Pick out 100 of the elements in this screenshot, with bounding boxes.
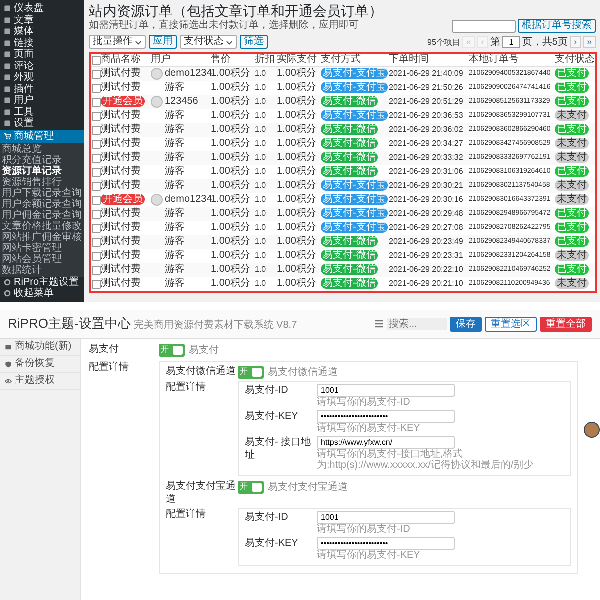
status-tag: 已支付 <box>555 96 589 107</box>
search-field[interactable] <box>452 20 516 32</box>
product-name: 测试付费 <box>101 264 141 275</box>
input-field[interactable]: •••••••••••••••••••••••• <box>317 410 455 423</box>
dropdown[interactable]: 支付状态 <box>180 35 237 49</box>
user-name: demo1234 <box>165 194 212 206</box>
item-count: 95个项目 <box>428 36 460 48</box>
settings-nav-item[interactable]: 主题授权 <box>0 373 80 390</box>
page-input[interactable]: 1 <box>502 36 520 48</box>
sidebar-item[interactable]: 外观 <box>0 72 84 84</box>
square-icon <box>4 51 11 58</box>
status-tag: 未支付 <box>555 152 589 163</box>
search-field[interactable]: 搜索... <box>387 318 447 330</box>
sidebar-item[interactable]: 用户 <box>0 95 84 106</box>
checkbox[interactable] <box>92 238 101 246</box>
status-tag: 已支付 <box>555 166 589 177</box>
checkbox[interactable] <box>92 140 101 148</box>
checkbox[interactable] <box>92 112 101 120</box>
user-name: 游客 <box>165 110 185 122</box>
submenu-item[interactable]: 用户下载记录查询 <box>0 188 84 198</box>
square-icon <box>4 74 11 82</box>
settings-button[interactable]: 保存 <box>450 316 482 332</box>
checkbox[interactable] <box>92 224 101 232</box>
square-icon <box>4 5 11 12</box>
page-description: 如需清理订单，直接筛选出未付款订单，选择删除，应用即可 <box>89 20 360 32</box>
sidebar-item[interactable]: 仪表盘 <box>0 3 84 14</box>
submenu-item[interactable]: 积分充值记录 <box>0 154 84 166</box>
submenu-item[interactable]: 网站会员管理 <box>0 254 84 264</box>
sidebar-item[interactable]: 评论 <box>0 60 84 72</box>
checkbox[interactable] <box>92 126 101 134</box>
submenu-item[interactable]: 文章价格批量修改 <box>0 220 84 232</box>
checkbox[interactable] <box>92 210 101 218</box>
checkbox[interactable] <box>92 196 101 204</box>
checkbox[interactable] <box>92 280 101 288</box>
checkbox[interactable] <box>92 182 101 190</box>
checkbox[interactable] <box>92 168 101 176</box>
product-name: 测试付费 <box>101 166 141 177</box>
submenu-item[interactable]: 网站卡密管理 <box>0 242 84 254</box>
submenu-item[interactable]: 资源订单记录 <box>0 166 84 176</box>
table-cell: 1.0 <box>254 151 276 165</box>
checkbox[interactable] <box>92 56 101 64</box>
sidebar-item[interactable]: 页面 <box>0 49 84 60</box>
submenu-item[interactable]: 用户佣金记录查询 <box>0 210 84 220</box>
table-cell: 2021-06-29 21:40:09 <box>388 66 468 81</box>
table-cell: 1.0 <box>254 179 276 193</box>
sidebar-item[interactable]: RiPro主题设置 <box>0 276 84 288</box>
status-tag: 已支付 <box>555 222 589 233</box>
table-cell: 1.00积分 <box>276 95 320 109</box>
payment-method-tag: 易支付-支付宝 <box>321 68 388 79</box>
filter-button[interactable]: 筛选 <box>240 35 268 49</box>
settings-button[interactable]: 重置选区 <box>485 316 537 332</box>
page-nav-button[interactable]: › <box>570 36 581 48</box>
sidebar-item[interactable]: 媒体 <box>0 26 84 38</box>
table-cell: 1.0 <box>254 165 276 179</box>
checkbox[interactable] <box>92 98 101 106</box>
shield-icon <box>5 360 12 368</box>
checkbox[interactable] <box>92 84 101 92</box>
input-field[interactable]: https://www.yfxw.cn/ <box>317 436 455 449</box>
table-cell: 1.00积分 <box>210 165 254 179</box>
user-name: 游客 <box>165 124 185 136</box>
submenu-item[interactable]: 数据统计 <box>0 264 84 276</box>
page-nav-button[interactable]: » <box>582 36 596 48</box>
checkbox[interactable] <box>92 154 101 162</box>
user-name: 游客 <box>165 166 185 178</box>
table-cell: 2021-06-29 20:21:10 <box>388 277 468 292</box>
dropdown[interactable]: 批量操作 <box>89 35 146 49</box>
sidebar-item[interactable]: 商城管理 <box>0 130 84 142</box>
settings-button[interactable]: 重置全部 <box>540 316 592 332</box>
input-field[interactable]: 1001 <box>317 384 455 397</box>
sidebar-item[interactable]: 链接 <box>0 38 84 49</box>
submenu-item[interactable]: 商城总览 <box>0 144 84 154</box>
apply-button[interactable]: 应用 <box>149 35 177 49</box>
input-field[interactable]: •••••••••••••••••••••••• <box>317 537 455 550</box>
submenu-item[interactable]: 网站推广佣金审核 <box>0 232 84 242</box>
page-total: 页，共5页 <box>522 36 568 49</box>
sidebar-item[interactable]: 工具 <box>0 106 84 118</box>
sidebar-item[interactable]: 收起菜单 <box>0 288 84 300</box>
sidebar-item[interactable]: 插件 <box>0 84 84 95</box>
cart-icon <box>4 132 11 140</box>
search-button[interactable]: 根据订单号搜索 <box>518 19 596 33</box>
status-tag: 已支付 <box>555 124 589 135</box>
table-cell: 1.00积分 <box>210 207 254 221</box>
input-field[interactable]: 1001 <box>317 511 455 524</box>
settings-nav-item[interactable]: 备份恢复 <box>0 356 80 373</box>
table-cell: 1.0 <box>254 207 276 221</box>
switch-description: 易支付支付宝通道 <box>268 480 348 494</box>
table-cell: 1.00积分 <box>210 95 254 109</box>
submenu-item[interactable]: 用户余额记录查询 <box>0 198 84 210</box>
checkbox[interactable] <box>92 70 101 78</box>
checkbox[interactable] <box>92 266 101 274</box>
table-cell: 2021-06-29 20:34:27 <box>388 137 468 151</box>
table-cell: 1.00积分 <box>276 81 320 95</box>
square-icon <box>4 28 11 36</box>
settings-nav-item[interactable]: 商城功能(新) <box>0 339 80 356</box>
submenu-item[interactable]: 资源销售排行 <box>0 176 84 188</box>
checkbox[interactable] <box>92 252 101 260</box>
product-tag: 开通会员 <box>101 194 145 205</box>
table-cell: 1.00积分 <box>210 151 254 165</box>
sidebar-item[interactable]: 文章 <box>0 14 84 26</box>
sidebar-item[interactable]: 设置 <box>0 118 84 130</box>
